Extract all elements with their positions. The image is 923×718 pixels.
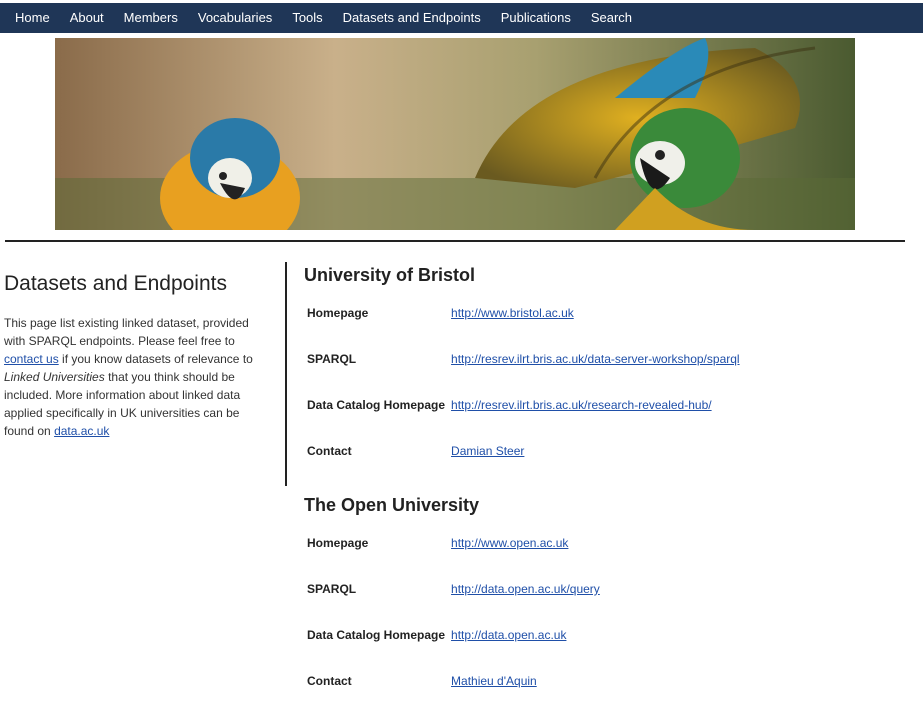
homepage-link[interactable]: http://www.open.ac.uk [451, 536, 568, 550]
banner-image [55, 38, 855, 230]
nav-members[interactable]: Members [114, 3, 188, 33]
vertical-divider [285, 262, 287, 486]
organization-title: University of Bristol [304, 265, 476, 285]
organization-section: University of Bristol Homepage http://ww… [304, 265, 904, 488]
row-value: http://data.open.ac.uk [448, 626, 603, 672]
data-catalog-link[interactable]: http://resrev.ilrt.bris.ac.uk/research-r… [451, 398, 712, 412]
linked-universities-text: Linked Universities [4, 370, 105, 384]
data-ac-uk-link[interactable]: data.ac.uk [54, 424, 109, 438]
sparql-link[interactable]: http://data.open.ac.uk/query [451, 582, 600, 596]
homepage-link[interactable]: http://www.bristol.ac.uk [451, 306, 574, 320]
intro-paragraph: This page list existing linked dataset, … [4, 314, 266, 440]
organization-section: The Open University Homepage http://www.… [304, 492, 603, 718]
organization-details-table: Homepage http://www.open.ac.uk SPARQL ht… [304, 534, 603, 718]
contact-us-link[interactable]: contact us [4, 352, 59, 366]
row-value: http://www.bristol.ac.uk [448, 304, 743, 350]
row-label: SPARQL [307, 582, 357, 596]
row-label: Homepage [307, 306, 369, 320]
contact-link[interactable]: Mathieu d'Aquin [451, 674, 537, 688]
row-label: Contact [307, 674, 352, 688]
row-label: Homepage [307, 536, 369, 550]
table-row: Homepage http://www.bristol.ac.uk [304, 304, 743, 350]
row-label: Data Catalog Homepage [307, 628, 446, 642]
data-catalog-link[interactable]: http://data.open.ac.uk [451, 628, 566, 642]
page-title: Datasets and Endpoints [4, 272, 227, 295]
row-value: http://data.open.ac.uk/query [448, 580, 603, 626]
intro-text-2: if you know datasets of relevance to [62, 352, 253, 366]
table-row: SPARQL http://resrev.ilrt.bris.ac.uk/dat… [304, 350, 743, 396]
table-row: Data Catalog Homepage http://resrev.ilrt… [304, 396, 743, 442]
nav-datasets-and-endpoints[interactable]: Datasets and Endpoints [333, 3, 491, 33]
row-label: Data Catalog Homepage [307, 398, 446, 412]
row-value: Damian Steer [448, 442, 743, 488]
datasets-list: University of Bristol Homepage http://ww… [304, 262, 904, 688]
sidebar: Datasets and Endpoints This page list ex… [4, 262, 266, 440]
nav-tools[interactable]: Tools [282, 3, 332, 33]
top-navigation-bar: Home About Members Vocabularies Tools Da… [0, 3, 923, 33]
nav-about[interactable]: About [60, 3, 114, 33]
intro-text-1: This page list existing linked dataset, … [4, 316, 249, 348]
contact-link[interactable]: Damian Steer [451, 444, 524, 458]
table-row: Contact Damian Steer [304, 442, 743, 488]
sparql-link[interactable]: http://resrev.ilrt.bris.ac.uk/data-serve… [451, 352, 740, 366]
organization-details-table: Homepage http://www.bristol.ac.uk SPARQL… [304, 304, 743, 488]
row-label: SPARQL [307, 352, 357, 366]
nav-search[interactable]: Search [581, 3, 642, 33]
table-row: Data Catalog Homepage http://data.open.a… [304, 626, 603, 672]
horizontal-divider [5, 240, 905, 242]
row-value: http://resrev.ilrt.bris.ac.uk/research-r… [448, 396, 743, 442]
nav-home[interactable]: Home [5, 3, 60, 33]
row-value: http://resrev.ilrt.bris.ac.uk/data-serve… [448, 350, 743, 396]
nav-vocabularies[interactable]: Vocabularies [188, 3, 282, 33]
table-row: SPARQL http://data.open.ac.uk/query [304, 580, 603, 626]
main-menu: Home About Members Vocabularies Tools Da… [0, 3, 923, 33]
row-label: Contact [307, 444, 352, 458]
table-row: Contact Mathieu d'Aquin [304, 672, 603, 718]
table-row: Homepage http://www.open.ac.uk [304, 534, 603, 580]
row-value: http://www.open.ac.uk [448, 534, 603, 580]
nav-publications[interactable]: Publications [491, 3, 581, 33]
organization-title: The Open University [304, 495, 480, 515]
row-value: Mathieu d'Aquin [448, 672, 603, 718]
